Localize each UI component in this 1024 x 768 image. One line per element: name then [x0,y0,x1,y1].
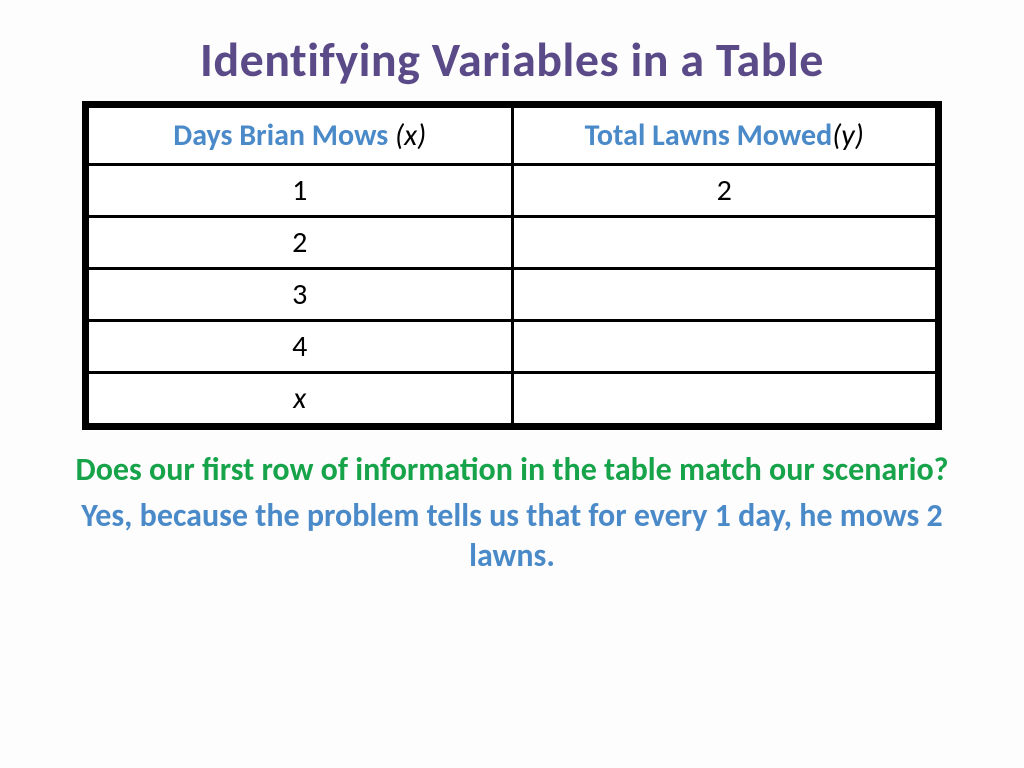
col-header-y: Total Lawns Mowed(y) [512,107,937,165]
table-row: 2 [88,217,937,269]
col-header-x-var: (x) [395,117,426,154]
col-header-y-var: (y) [832,117,864,154]
col-header-x: Days Brian Mows (x) [88,107,513,165]
cell-y [512,321,937,373]
table-row: 4 [88,321,937,373]
cell-y [512,373,937,425]
table-row: 3 [88,269,937,321]
answer-text: Yes, because the problem tells us that f… [60,496,964,576]
cell-x: 3 [88,269,513,321]
cell-y [512,217,937,269]
cell-y [512,269,937,321]
cell-x: 1 [88,165,513,217]
slide-title: Identifying Variables in a Table [60,30,964,89]
table-row: 1 2 [88,165,937,217]
data-table: Days Brian Mows (x) Total Lawns Mowed(y)… [86,105,938,426]
col-header-y-label: Total Lawns Mowed [585,117,833,154]
cell-x: 2 [88,217,513,269]
table-row: x [88,373,937,425]
slide: Identifying Variables in a Table Days Br… [0,0,1024,768]
col-header-x-label: Days Brian Mows [173,117,395,154]
cell-y: 2 [512,165,937,217]
cell-x: 4 [88,321,513,373]
question-text: Does our first row of information in the… [60,450,964,490]
table-header-row: Days Brian Mows (x) Total Lawns Mowed(y) [88,107,937,165]
data-table-wrap: Days Brian Mows (x) Total Lawns Mowed(y)… [82,101,942,430]
cell-x-var: x [88,373,513,425]
